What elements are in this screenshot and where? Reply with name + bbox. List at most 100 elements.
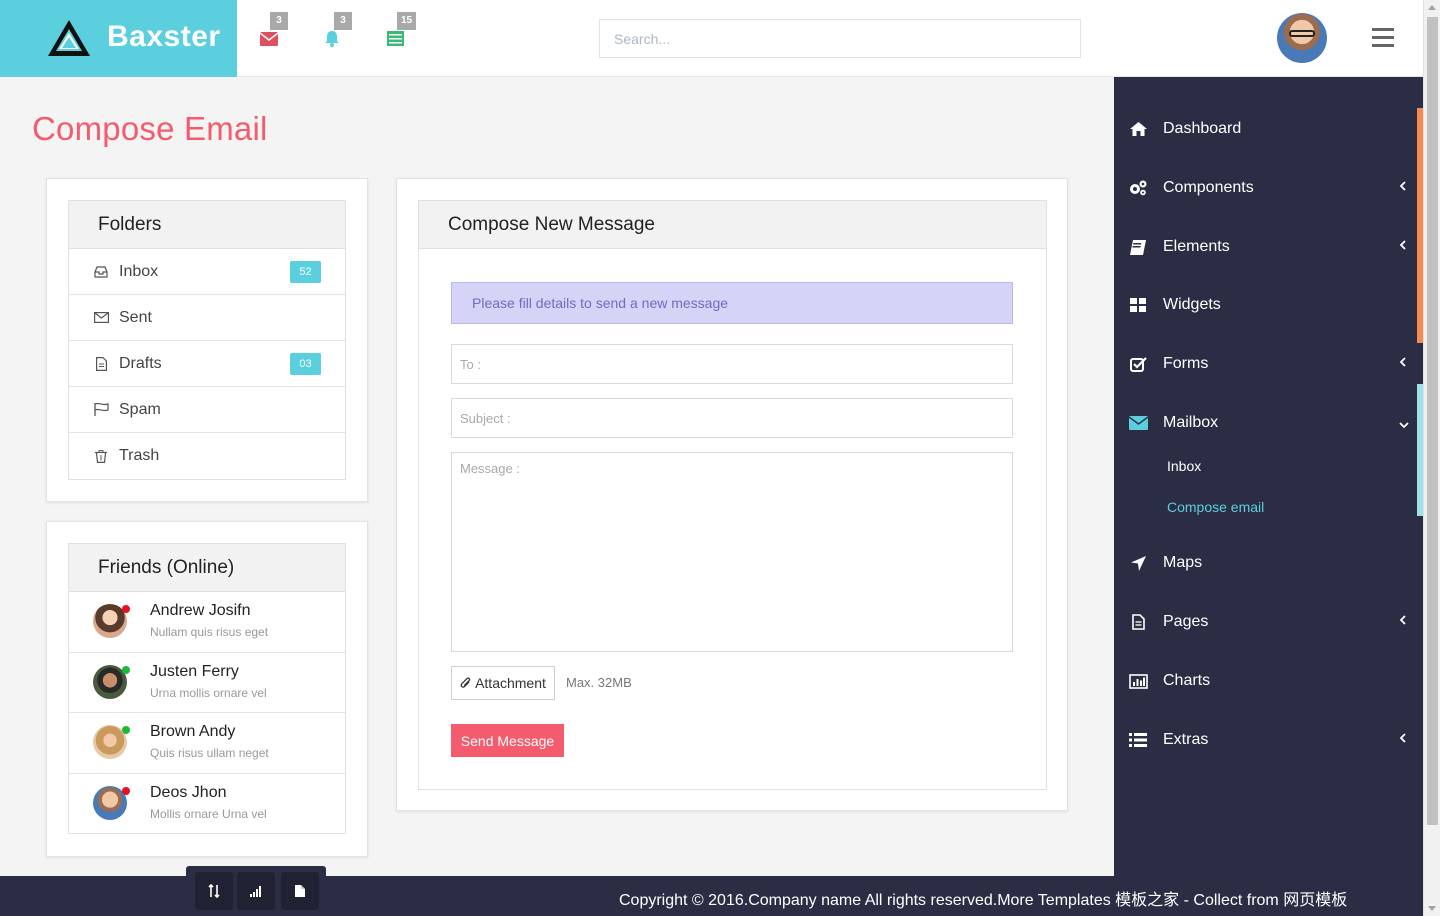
status-dot: [122, 665, 130, 674]
sidebar-item-elements[interactable]: Elements: [1114, 227, 1423, 267]
folder-item-drafts[interactable]: Drafts 03: [69, 341, 345, 387]
brand[interactable]: Baxster: [0, 0, 237, 77]
inbox-icon: [93, 264, 109, 280]
menu-toggle-button[interactable]: [1372, 28, 1394, 48]
file-icon: [1128, 612, 1148, 632]
home-icon: [1128, 119, 1148, 139]
sidebar-subitem-inbox[interactable]: Inbox: [1167, 458, 1201, 474]
max-size-label: Max. 32MB: [566, 675, 632, 690]
sidebar-item-label: Widgets: [1163, 296, 1221, 313]
scroll-thumb[interactable]: [1427, 17, 1438, 825]
compose-panel: Compose New Message Please fill details …: [396, 178, 1068, 811]
folders-panel: Folders Inbox 52 Sent Drafts 03 Spam Trash: [46, 178, 368, 502]
folder-item-inbox[interactable]: Inbox 52: [69, 249, 345, 295]
friend-status-text: Urna mollis ornare vel: [150, 685, 267, 700]
sidebar-item-label: Elements: [1163, 238, 1230, 255]
subject-input[interactable]: [451, 398, 1013, 438]
scroll-down-arrow-icon[interactable]: [1428, 906, 1436, 911]
alerts-notification[interactable]: 3: [324, 12, 352, 48]
friend-item[interactable]: Brown Andy Quis risus ullam neget: [69, 713, 345, 774]
sidebar-item-extras[interactable]: Extras: [1114, 720, 1423, 760]
file-icon: [93, 356, 109, 372]
to-input[interactable]: [451, 344, 1013, 384]
sort-button[interactable]: [195, 872, 233, 910]
friend-name: Andrew Josifn: [150, 602, 251, 619]
sidebar-subitem-compose-email[interactable]: Compose email: [1167, 499, 1264, 515]
file-button[interactable]: [281, 872, 319, 910]
message-textarea[interactable]: [451, 452, 1013, 652]
envelope-outline-icon: [93, 310, 109, 326]
tasks-notification[interactable]: 15: [387, 12, 417, 48]
chevron-down-icon: [1399, 416, 1409, 429]
user-avatar[interactable]: [1277, 13, 1327, 63]
friend-list: Andrew Josifn Nullam quis risus eget Juste…: [69, 592, 345, 834]
flag-icon: [93, 402, 109, 418]
sidebar-item-label: Forms: [1163, 355, 1209, 372]
envelope-icon: [260, 32, 278, 46]
sidebar-item-maps[interactable]: Maps: [1114, 543, 1423, 583]
cogs-icon: [1128, 178, 1148, 198]
friend-name: Brown Andy: [150, 723, 236, 740]
friend-item[interactable]: Andrew Josifn Nullam quis risus eget: [69, 592, 345, 653]
send-message-button[interactable]: Send Message: [451, 724, 564, 757]
chevron-left-icon: [1399, 237, 1409, 250]
notification-badge: 3: [270, 12, 288, 30]
compose-title: Compose New Message: [419, 201, 1046, 249]
avatar-glasses: [1289, 30, 1315, 37]
page-scrollbar[interactable]: [1423, 0, 1440, 916]
friend-status-text: Quis risus ullam neget: [150, 746, 269, 760]
friend-item[interactable]: Deos Jhon Mollis ornare Urna vel: [69, 774, 345, 835]
chevron-left-icon: [1399, 354, 1409, 367]
folder-item-sent[interactable]: Sent: [69, 295, 345, 341]
status-dot: [122, 726, 130, 734]
folder-label: Spam: [119, 400, 161, 418]
folder-item-trash[interactable]: Trash: [69, 433, 345, 479]
copyright-text: Copyright © 2016.Company name All rights…: [619, 892, 1348, 909]
location-arrow-icon: [1128, 553, 1148, 573]
sidebar-item-label: Mailbox: [1163, 414, 1219, 431]
check-square-icon: [1128, 354, 1148, 374]
sidebar-item-label: Maps: [1163, 554, 1203, 571]
status-dot: [122, 786, 130, 795]
notification-badge: 3: [334, 12, 352, 30]
chevron-left-icon: [1399, 612, 1409, 625]
sidebar: Dashboard Components Elements Widgets Forms M…: [1114, 77, 1423, 876]
paperclip-icon: [460, 677, 471, 688]
folder-label: Drafts: [119, 354, 162, 372]
chevron-left-icon: [1399, 730, 1409, 743]
compose-alert: Please fill details to send a new messag…: [451, 282, 1013, 324]
friend-item[interactable]: Justen Ferry Urna mollis ornare vel: [69, 653, 345, 713]
book-icon: [1128, 237, 1148, 257]
sidebar-item-label: Charts: [1163, 672, 1211, 689]
sidebar-item-charts[interactable]: Charts: [1114, 661, 1423, 701]
folder-count-badge: 03: [290, 353, 321, 375]
sidebar-item-components[interactable]: Components: [1114, 168, 1423, 208]
attachment-button[interactable]: Attachment: [451, 666, 555, 700]
folder-label: Trash: [119, 447, 160, 464]
grid-icon: [1128, 295, 1148, 315]
tool-tray: [186, 866, 326, 916]
sidebar-item-widgets[interactable]: Widgets: [1114, 285, 1423, 325]
list-icon: [387, 31, 404, 46]
sidebar-item-forms[interactable]: Forms: [1114, 344, 1423, 384]
scroll-up-arrow-icon[interactable]: [1428, 5, 1436, 10]
folder-list: Inbox 52 Sent Drafts 03 Spam Trash: [69, 249, 345, 479]
envelope-icon: [1128, 413, 1148, 433]
sidebar-item-label: Components: [1163, 179, 1254, 196]
signal-icon: [250, 885, 261, 897]
attachment-label: Attachment: [475, 675, 546, 691]
sidebar-item-dashboard[interactable]: Dashboard: [1114, 109, 1423, 149]
folder-item-spam[interactable]: Spam: [69, 387, 345, 433]
folder-count-badge: 52: [290, 261, 321, 283]
signal-button[interactable]: [237, 872, 275, 910]
bar-chart-icon: [1128, 671, 1148, 691]
sidebar-item-mailbox[interactable]: Mailbox: [1114, 403, 1423, 443]
chevron-left-icon: [1399, 178, 1409, 191]
sidebar-item-pages[interactable]: Pages: [1114, 602, 1423, 642]
top-header: Baxster 3 3 15: [0, 0, 1423, 77]
brand-logo-icon: [48, 20, 90, 56]
messages-notification[interactable]: 3: [260, 12, 288, 48]
friend-name: Justen Ferry: [150, 662, 239, 680]
folder-label: Sent: [119, 308, 152, 326]
search-input[interactable]: [599, 19, 1081, 58]
